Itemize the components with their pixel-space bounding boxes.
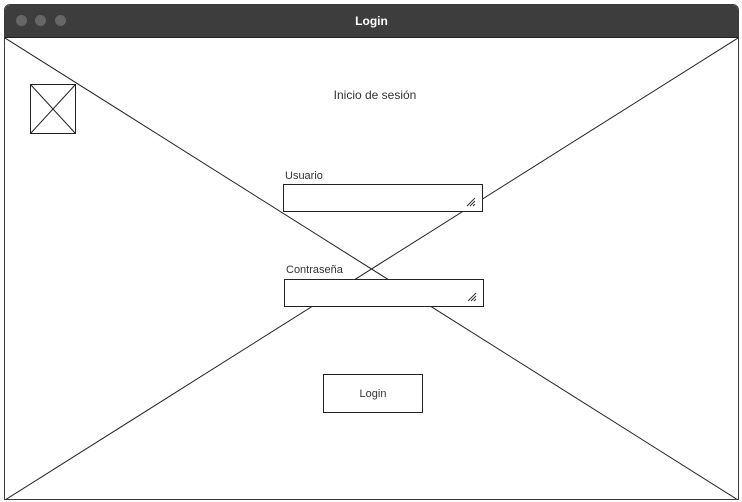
username-label: Usuario bbox=[285, 170, 323, 182]
username-input[interactable] bbox=[283, 184, 483, 212]
password-label: Contraseña bbox=[286, 264, 343, 276]
password-input[interactable] bbox=[284, 279, 484, 307]
title-bar: Login bbox=[5, 5, 738, 37]
window-title: Login bbox=[355, 14, 388, 28]
resize-grip-icon[interactable] bbox=[466, 197, 476, 207]
window-content: Inicio de sesión Usuario Contraseña Logi… bbox=[5, 37, 738, 499]
logo-image-placeholder bbox=[30, 84, 76, 134]
resize-grip-icon[interactable] bbox=[467, 292, 477, 302]
login-button[interactable]: Login bbox=[323, 374, 423, 413]
page-heading: Inicio de sesión bbox=[333, 88, 417, 102]
background-placeholder-cross bbox=[5, 38, 738, 499]
login-window: Login Inicio de sesión Usuario Contraseñ… bbox=[4, 4, 739, 500]
